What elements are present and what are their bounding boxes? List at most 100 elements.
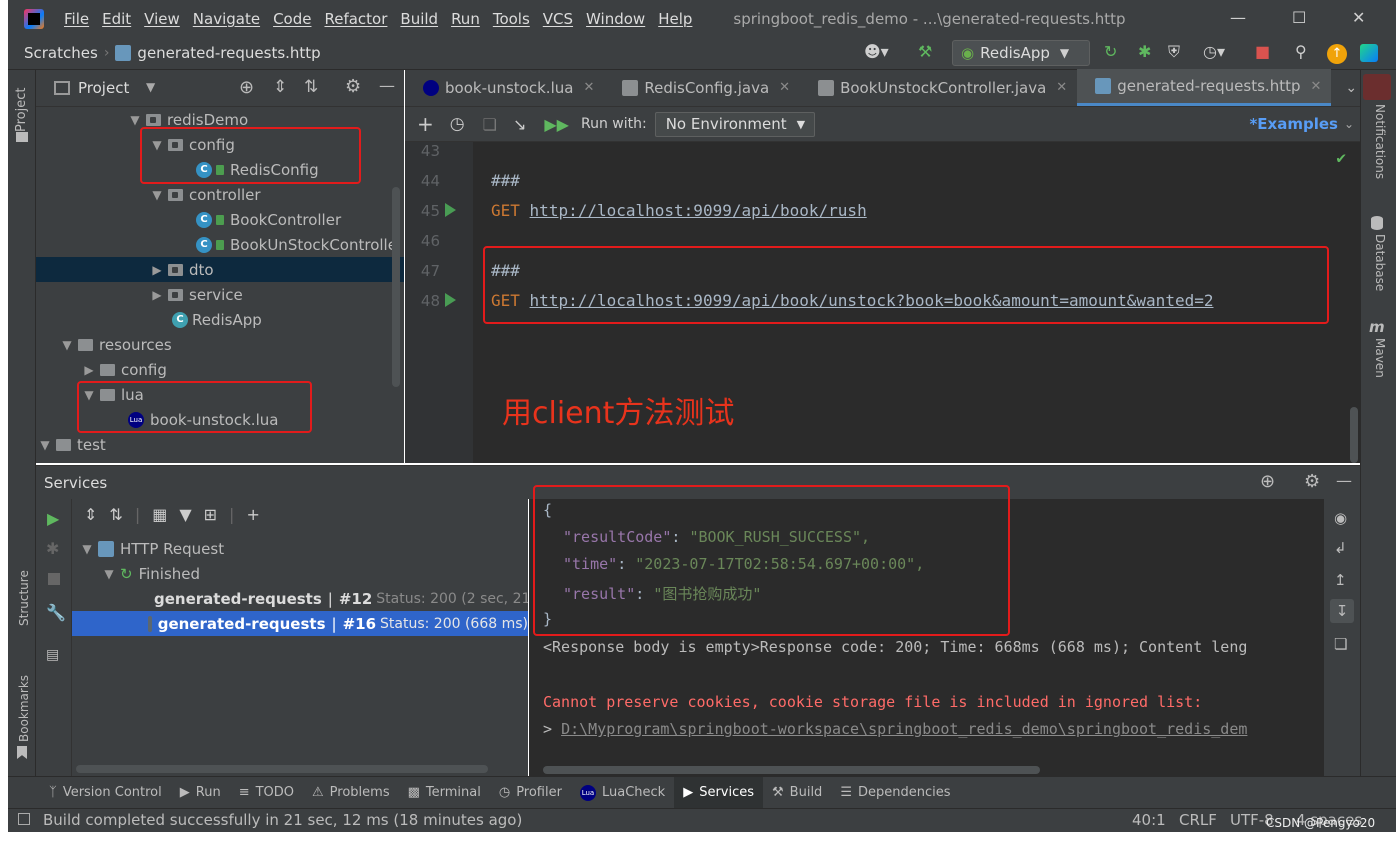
services-request-item[interactable]: generated-requests | #12 Status: 200 (2 … — [148, 586, 528, 611]
tool-tab-terminal[interactable]: ▩ Terminal — [399, 777, 490, 809]
hide-panel-icon[interactable]: — — [1336, 471, 1352, 490]
debug-icon[interactable]: ✱ — [46, 539, 59, 558]
close-icon[interactable]: ✕ — [779, 80, 790, 95]
search-icon[interactable]: ⚲ — [1295, 42, 1307, 61]
services-scrollbar[interactable] — [76, 765, 488, 773]
coverage-icon[interactable]: ⛨ — [1168, 42, 1180, 62]
tree-item-service[interactable]: ▶ service — [150, 282, 242, 307]
project-folder-icon[interactable] — [16, 132, 28, 142]
tree-item-config[interactable]: ▼ config — [150, 132, 235, 157]
tree-item-test[interactable]: ▼ test — [38, 432, 105, 457]
convert-icon[interactable]: ↘ — [513, 115, 526, 134]
database-tool-label[interactable]: Database — [1373, 234, 1387, 291]
tab-generated-requests-http[interactable]: generated-requests.http ✕ — [1077, 69, 1332, 106]
run-request-icon[interactable] — [445, 203, 456, 217]
debug-icon[interactable]: ✱ — [1138, 42, 1151, 61]
tool-tab-run[interactable]: ▶ Run — [171, 777, 230, 809]
tool-tab-todo[interactable]: ≡ TODO — [230, 777, 303, 809]
menu-vcs[interactable]: VCS — [543, 10, 573, 28]
menu-window[interactable]: Window — [586, 10, 645, 28]
request-url[interactable]: http://localhost:9099/api/book/rush — [530, 201, 867, 220]
tree-item-controller[interactable]: ▼ controller — [150, 182, 260, 207]
run-configuration-select[interactable]: ◉ RedisApp ▼ — [952, 40, 1090, 66]
project-panel-title[interactable]: Project — [78, 79, 129, 97]
group-by-icon[interactable]: ▦ — [152, 505, 167, 524]
structure-tool-label[interactable]: Structure — [17, 570, 31, 626]
close-icon[interactable]: ✕ — [1310, 79, 1321, 94]
tree-item-book-unstock-lua[interactable]: Lua book-unstock.lua — [128, 407, 278, 432]
close-icon[interactable]: ✕ — [583, 80, 594, 95]
tree-item-resources[interactable]: ▼ resources — [60, 332, 171, 357]
update-icon[interactable]: ↑ — [1327, 44, 1347, 64]
stop-icon[interactable]: ■ — [1255, 42, 1270, 61]
add-request-icon[interactable]: + — [417, 112, 434, 136]
run-icon[interactable]: ▶ — [47, 509, 59, 528]
scroll-top-icon[interactable]: ↥ — [1334, 571, 1347, 589]
menu-build[interactable]: Build — [400, 10, 438, 28]
cookie-file-link[interactable]: D:\Myprogram\springboot-workspace\spring… — [561, 720, 1247, 738]
maven-tool-label[interactable]: Maven — [1373, 338, 1387, 378]
services-finished-node[interactable]: ▼ ↻ Finished — [102, 561, 200, 586]
locate-icon[interactable]: ⊕ — [239, 77, 254, 98]
line-separator[interactable]: CRLF — [1179, 811, 1217, 829]
tab-redisconfig-java[interactable]: RedisConfig.java ✕ — [604, 69, 800, 106]
tree-item-dto[interactable]: ▶ dto — [36, 257, 404, 282]
tool-tab-luacheck[interactable]: Lua LuaCheck — [571, 777, 674, 809]
close-icon[interactable]: ✕ — [1056, 80, 1067, 95]
tool-tab-build[interactable]: ⚒ Build — [763, 777, 831, 809]
chevron-down-icon[interactable]: ⌄ — [1344, 117, 1354, 131]
request-url[interactable]: http://localhost:9099/api/book/unstock?b… — [530, 291, 1214, 310]
tool-tab-services[interactable]: ▶ Services — [674, 776, 764, 809]
breadcrumb-file[interactable]: generated-requests.http — [137, 44, 320, 62]
environment-select[interactable]: No Environment ▼ — [654, 111, 815, 137]
menu-tools[interactable]: Tools — [493, 10, 530, 28]
tree-item-redisapp[interactable]: C RedisApp — [172, 307, 262, 332]
chevron-down-icon[interactable]: ▼ — [146, 80, 155, 94]
tree-item-bookunstockcontroller[interactable]: C BookUnStockControlle — [196, 232, 397, 257]
wrench-icon[interactable]: 🔧 — [46, 603, 66, 622]
copy-icon[interactable]: ❏ — [1334, 635, 1347, 653]
collapse-all-icon[interactable]: ⇅ — [109, 505, 122, 524]
rerun-icon[interactable]: ↻ — [1104, 42, 1117, 61]
scroll-end-icon[interactable]: ↧ — [1330, 599, 1354, 623]
bookmarks-tool-label[interactable]: Bookmarks — [17, 675, 31, 742]
minimize-icon[interactable]: — — [1230, 8, 1246, 27]
maven-icon[interactable]: m — [1369, 318, 1385, 336]
tree-item-redisconfig[interactable]: C RedisConfig — [196, 157, 319, 182]
services-http-request-node[interactable]: ▼ HTTP Request — [80, 536, 224, 561]
build-hammer-icon[interactable]: ⚒ — [918, 42, 932, 61]
menu-help[interactable]: Help — [658, 10, 692, 28]
editor-scrollbar[interactable] — [1350, 407, 1358, 463]
menu-view[interactable]: View — [144, 10, 180, 28]
close-icon[interactable]: ✕ — [1352, 8, 1365, 27]
tree-scrollbar[interactable] — [392, 187, 400, 387]
expand-all-icon[interactable]: ⇕ — [273, 77, 287, 97]
profile-icon[interactable]: ◷▾ — [1203, 42, 1225, 61]
menu-run[interactable]: Run — [451, 10, 480, 28]
add-service-icon[interactable]: + — [246, 505, 259, 524]
toggle-tool-windows-icon[interactable] — [18, 813, 30, 825]
caret-position[interactable]: 40:1 — [1132, 811, 1166, 829]
maximize-icon[interactable]: ☐ — [1292, 8, 1306, 27]
expand-all-icon[interactable]: ⇕ — [84, 505, 97, 524]
tree-item-resources-config[interactable]: ▶ config — [82, 357, 167, 382]
menu-code[interactable]: Code — [273, 10, 311, 28]
tool-tab-dependencies[interactable]: ☰ Dependencies — [831, 777, 959, 809]
database-icon[interactable] — [1371, 216, 1383, 230]
eye-icon[interactable]: ◉ — [1334, 509, 1347, 527]
menu-file[interactable]: File — [64, 10, 89, 28]
notifications-tool-label[interactable]: Notifications — [1373, 104, 1387, 179]
collapse-all-icon[interactable]: ⇅ — [304, 77, 318, 97]
response-scrollbar[interactable] — [543, 766, 1040, 774]
run-request-icon[interactable] — [445, 293, 456, 307]
locate-icon[interactable]: ⊕ — [1260, 471, 1275, 492]
tree-item-lua[interactable]: ▼ lua — [82, 382, 144, 407]
bookmark-icon[interactable] — [17, 746, 27, 759]
tree-item-redisdemo[interactable]: ▼ redisDemo — [128, 107, 248, 132]
layout-icon[interactable]: ▤ — [46, 647, 59, 663]
mute-notifications-icon[interactable] — [1363, 74, 1391, 100]
new-tab-icon[interactable]: ⊞ — [204, 505, 217, 524]
menu-navigate[interactable]: Navigate — [193, 10, 260, 28]
filter-icon[interactable]: ▼ — [179, 505, 191, 524]
breadcrumb-scratches[interactable]: Scratches — [24, 44, 98, 62]
